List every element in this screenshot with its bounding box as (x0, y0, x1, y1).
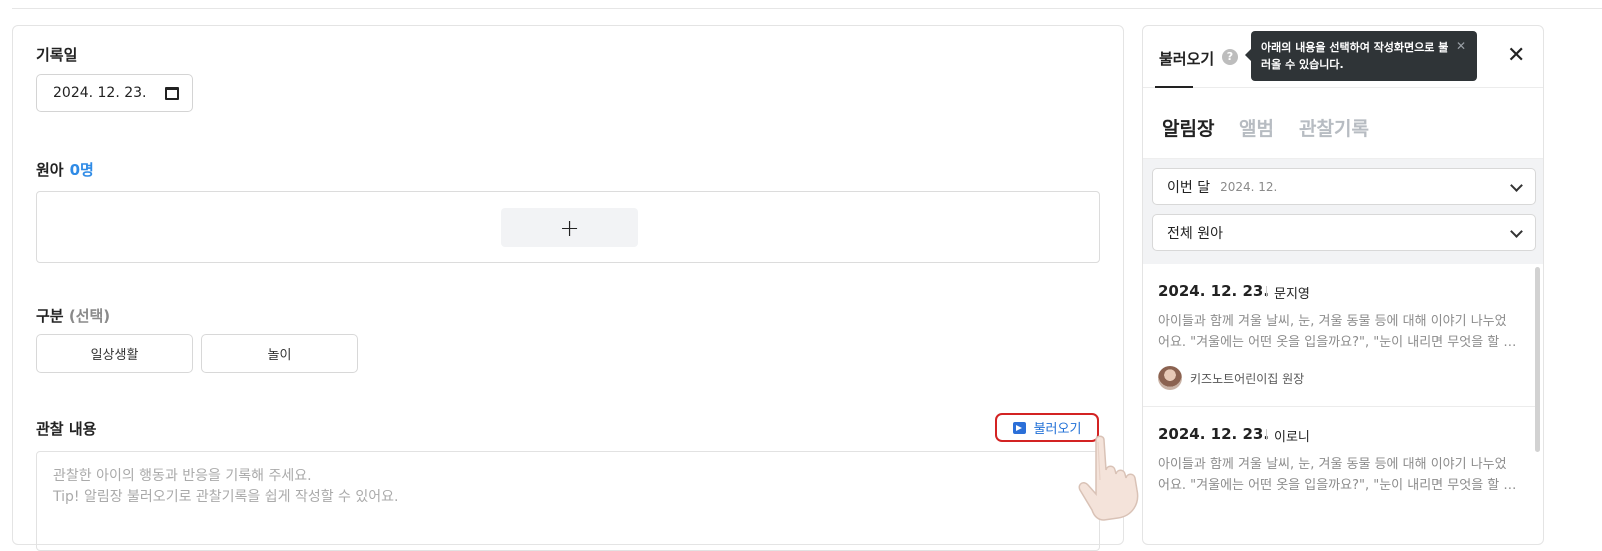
category-label-text: 구분 (36, 307, 64, 325)
record-date-value: 2024. 12. 23. (53, 85, 147, 101)
help-tooltip: 아래의 내용을 선택하여 작성화면으로 불러올 수 있습니다. ✕ (1245, 31, 1477, 81)
kids-label: 원아 0명 (36, 159, 94, 180)
list-item[interactable]: 2024. 12. 23. 이로니 아이들과 함께 겨울 날씨, 눈, 겨울 동… (1143, 407, 1535, 544)
period-label: 이번 달 (1167, 179, 1211, 196)
content-placeholder-line2: Tip! 알림장 불러오기로 관찰기록을 쉽게 작성할 수 있어요. (53, 489, 399, 505)
tab-notice[interactable]: 알림장 (1162, 114, 1214, 141)
chevron-down-icon (1510, 179, 1523, 192)
observation-form: 기록일 2024. 12. 23. 원아 0명 + 구분 (선택) 일상생활 놀이… (12, 25, 1124, 551)
chevron-down-icon (1510, 225, 1523, 238)
card-text: 아이들과 함께 겨울 날씨, 눈, 겨울 동물 등에 대해 이야기 나누었어요.… (1158, 457, 1516, 493)
card-author: 키즈노트어린이집 원장 (1158, 366, 1304, 390)
pointing-hand-icon (1078, 435, 1139, 521)
tab-observation[interactable]: 관찰기록 (1299, 114, 1369, 141)
author-name: 키즈노트어린이집 원장 (1190, 371, 1305, 386)
category-play-button[interactable]: 놀이 (201, 334, 358, 373)
period-value: 2024. 12. (1220, 179, 1278, 194)
kids-label-text: 원아 (36, 161, 64, 179)
content-label: 관찰 내용 (36, 420, 97, 438)
top-divider (12, 8, 1602, 9)
notice-list: 2024. 12. 23. 문지영 아이들과 함께 겨울 날씨, 눈, 겨울 동… (1143, 264, 1543, 544)
help-icon[interactable]: ? (1222, 49, 1238, 65)
card-text: 아이들과 함께 겨울 날씨, 눈, 겨울 동물 등에 대해 이야기 나누었어요.… (1158, 314, 1516, 350)
tab-album[interactable]: 앨범 (1239, 114, 1274, 141)
add-kid-button[interactable]: + (501, 208, 638, 247)
avatar (1158, 366, 1182, 390)
card-kid-name: 이로니 (1274, 430, 1310, 445)
tooltip-text: 아래의 내용을 선택하여 작성화면으로 불러올 수 있습니다. (1261, 41, 1449, 71)
import-icon (1012, 421, 1026, 434)
content-placeholder-line1: 관찰한 아이의 행동과 반응을 기록해 주세요. (53, 468, 312, 484)
observation-content-textarea[interactable]: 관찰한 아이의 행동과 반응을 기록해 주세요. Tip! 알림장 불러오기로 … (36, 451, 1100, 551)
record-date-label: 기록일 (36, 46, 78, 64)
category-label: 구분 (선택) (36, 305, 110, 326)
scrollbar[interactable] (1535, 267, 1540, 452)
separator (1266, 429, 1267, 440)
kids-count: 0명 (69, 161, 94, 179)
list-item[interactable]: 2024. 12. 23. 문지영 아이들과 함께 겨울 날씨, 눈, 겨울 동… (1143, 264, 1535, 407)
load-panel: 불러오기 ? ✕ 알림장 앨범 관찰기록 이번 달 2024. 12. 전체 원… (1142, 25, 1544, 545)
tooltip-close-icon[interactable]: ✕ (1456, 38, 1466, 55)
filter-area: 이번 달 2024. 12. 전체 원아 (1143, 159, 1543, 264)
kid-filter-value: 전체 원아 (1167, 225, 1223, 242)
period-select[interactable]: 이번 달 2024. 12. (1152, 168, 1536, 205)
record-date-input[interactable]: 2024. 12. 23. (36, 74, 193, 112)
card-date: 2024. 12. 23. (1158, 425, 1270, 443)
close-icon[interactable]: ✕ (1507, 45, 1525, 67)
kid-select-box: + (36, 191, 1100, 263)
source-tabs: 알림장 앨범 관찰기록 (1143, 88, 1543, 159)
card-date: 2024. 12. 23. (1158, 282, 1270, 300)
panel-title: 불러오기 (1159, 50, 1215, 68)
calendar-icon[interactable] (165, 86, 179, 100)
kid-filter-select[interactable]: 전체 원아 (1152, 214, 1536, 251)
category-daily-life-button[interactable]: 일상생활 (36, 334, 193, 373)
card-kid-name: 문지영 (1274, 287, 1310, 302)
category-hint: (선택) (68, 307, 111, 325)
separator (1266, 286, 1267, 297)
